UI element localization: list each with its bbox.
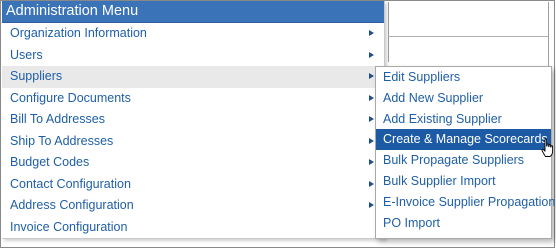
menu-item-address-configuration[interactable]: Address Configuration (2, 195, 384, 217)
menu-item-organization-information[interactable]: Organization Information (2, 23, 384, 45)
triangle-right-icon (369, 30, 374, 37)
administration-menu: Administration Menu Organization Informa… (2, 1, 385, 239)
suppliers-submenu: Edit Suppliers Add New Supplier Add Exis… (375, 66, 555, 239)
triangle-right-icon (369, 159, 374, 166)
submenu-item-po-import[interactable]: PO Import (376, 213, 551, 234)
triangle-right-icon (369, 137, 374, 144)
menu-item-ship-to-addresses[interactable]: Ship To Addresses (2, 131, 384, 153)
menu-item-label: Contact Configuration (10, 176, 131, 191)
submenu-item-add-new-supplier[interactable]: Add New Supplier (376, 88, 551, 109)
menu-item-label: Budget Codes (10, 155, 90, 169)
background-divider (388, 36, 548, 37)
triangle-right-icon (369, 116, 374, 123)
background-divider (548, 2, 549, 66)
triangle-right-icon (369, 94, 374, 101)
menu-item-suppliers[interactable]: Suppliers (2, 66, 384, 88)
menu-item-label: Address Configuration (10, 198, 134, 212)
submenu-item-bulk-supplier-import[interactable]: Bulk Supplier Import (376, 171, 551, 192)
menu-item-label: Invoice Configuration (10, 219, 128, 234)
menu-item-label: Ship To Addresses (10, 133, 114, 148)
menu-item-label: Organization Information (10, 26, 147, 40)
hand-pointer-icon (541, 138, 554, 157)
menu-item-configure-documents[interactable]: Configure Documents (2, 88, 384, 110)
menu-item-bill-to-addresses[interactable]: Bill To Addresses (2, 109, 384, 131)
menu-item-contact-configuration[interactable]: Contact Configuration (2, 174, 384, 196)
submenu-item-create-manage-scorecards[interactable]: Create & Manage Scorecards (376, 129, 551, 151)
menu-item-invoice-configuration[interactable]: Invoice Configuration (2, 217, 384, 239)
submenu-item-bulk-propagate-suppliers[interactable]: Bulk Propagate Suppliers (376, 150, 551, 171)
menu-title: Administration Menu (2, 1, 384, 23)
triangle-right-icon (369, 73, 374, 80)
menu-item-label: Configure Documents (10, 90, 131, 105)
submenu-item-add-existing-supplier[interactable]: Add Existing Supplier (376, 109, 551, 130)
submenu-item-edit-suppliers[interactable]: Edit Suppliers (376, 67, 551, 88)
menu-item-label: Suppliers (10, 69, 63, 83)
menu-item-budget-codes[interactable]: Budget Codes (2, 152, 384, 174)
menu-item-users[interactable]: Users (2, 45, 384, 67)
submenu-item-e-invoice-supplier-propagation[interactable]: E-Invoice Supplier Propagation (376, 192, 555, 213)
menu-item-label: Bill To Addresses (10, 112, 105, 126)
triangle-right-icon (369, 180, 374, 187)
triangle-right-icon (369, 202, 374, 209)
triangle-right-icon (369, 51, 374, 58)
background-divider (388, 2, 389, 62)
menu-item-label: Users (10, 47, 43, 62)
